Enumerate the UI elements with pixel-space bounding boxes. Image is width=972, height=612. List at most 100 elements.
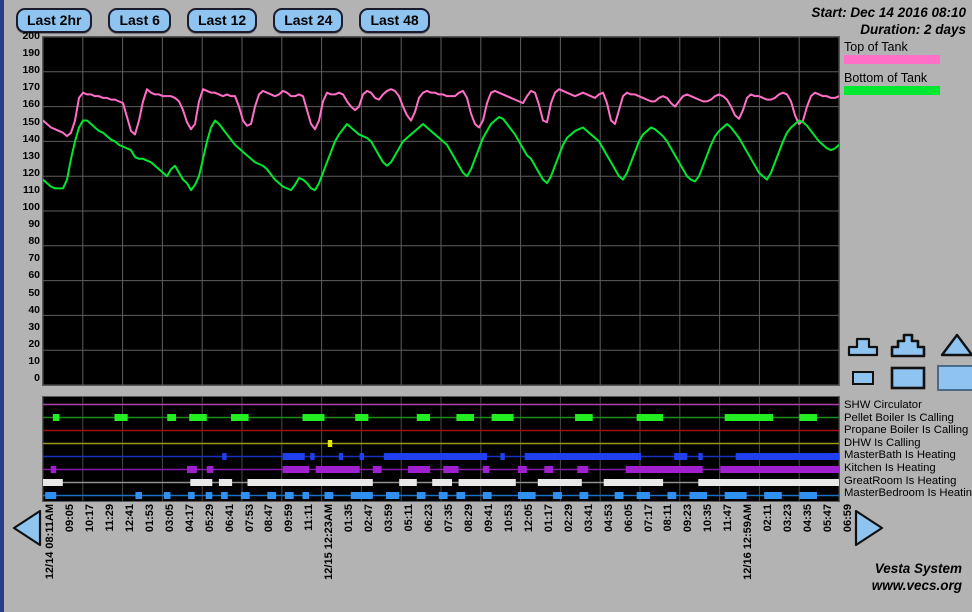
large-scale-icon[interactable] xyxy=(936,333,972,359)
x-tick-label: 07:17 xyxy=(642,504,655,533)
x-tick-label: 10:53 xyxy=(502,504,515,533)
small-scale-icon[interactable] xyxy=(846,337,880,359)
y-tick-label: 120 xyxy=(22,166,40,179)
timerange-button-2[interactable]: Last 12 xyxy=(186,8,258,33)
medium-scale-icon[interactable] xyxy=(888,333,928,359)
medium-box-icon[interactable] xyxy=(888,366,928,390)
x-tick-label: 09:41 xyxy=(482,504,495,533)
x-tick-label: 01:53 xyxy=(143,504,156,533)
x-tick-label: 08:47 xyxy=(263,504,276,533)
x-tick-label: 07:53 xyxy=(243,504,256,533)
legend-item-1: Bottom of Tank xyxy=(844,71,972,95)
status-timeline-plot[interactable] xyxy=(42,396,840,502)
y-tick-label: 200 xyxy=(22,30,40,42)
status-label-1: Pellet Boiler Is Calling xyxy=(844,411,954,424)
y-tick-label: 10 xyxy=(28,354,40,367)
x-tick-label: 12/15 12:23AM xyxy=(323,504,336,580)
y-tick-label: 110 xyxy=(23,183,40,196)
timerange-button-bar: Last 2hr Last 6 Last 12 Last 24 Last 48 xyxy=(16,8,430,33)
y-tick-label: 90 xyxy=(28,218,40,231)
y-tick-label: 50 xyxy=(28,286,40,299)
x-tick-label: 03:59 xyxy=(383,504,396,533)
x-tick-label: 03:41 xyxy=(582,504,595,533)
y-tick-label: 130 xyxy=(22,149,40,162)
x-tick-label: 01:35 xyxy=(343,504,356,533)
x-tick-label: 11:11 xyxy=(303,504,316,531)
x-tick-label: 02:29 xyxy=(562,504,575,533)
status-label-6: GreatRoom Is Heating xyxy=(844,474,957,487)
x-tick-label: 12/16 12:59AM xyxy=(742,504,755,580)
legend-label: Top of Tank xyxy=(844,40,908,54)
status-label-7: MasterBedroom Is Heatin xyxy=(844,487,972,500)
timerange-button-1[interactable]: Last 6 xyxy=(108,8,171,33)
chart-legend: Top of Tank Bottom of Tank xyxy=(844,40,972,102)
timerange-button-3[interactable]: Last 24 xyxy=(273,8,344,33)
y-axis: 200 190 180 170 160 150 140 130 120 110 100 90 80 70 6… xyxy=(12,30,40,386)
y-tick-label: 170 xyxy=(22,81,40,94)
x-tick-label: 06:05 xyxy=(622,504,635,533)
legend-item-0: Top of Tank xyxy=(844,40,972,64)
x-tick-label: 05:29 xyxy=(203,504,216,533)
y-tick-label: 150 xyxy=(22,115,40,128)
x-tick-label: 02:11 xyxy=(762,504,775,532)
scale-icon-row-bottom xyxy=(846,365,972,391)
y-tick-label: 0 xyxy=(34,372,40,384)
x-tick-label: 05:47 xyxy=(822,504,835,533)
y-tick-label: 100 xyxy=(22,201,40,213)
x-tick-label: 08:29 xyxy=(462,504,475,533)
status-label-0: SHW Circulator xyxy=(844,399,922,411)
x-axis: 12/14 08:11AM 09:05 10:17 11:29 12:41 01:53 03… xyxy=(42,504,854,608)
x-tick-label: 06:41 xyxy=(223,504,236,533)
x-tick-label: 12:05 xyxy=(522,504,535,533)
y-tick-label: 40 xyxy=(28,303,40,316)
footer-brand: Vesta System www.vecs.org xyxy=(872,560,962,594)
x-tick-label: 10:17 xyxy=(83,504,96,533)
legend-swatch xyxy=(844,55,940,64)
x-tick-label: 12/14 08:11AM xyxy=(44,504,56,580)
status-label-3: DHW Is Calling xyxy=(844,436,921,449)
y-tick-label: 190 xyxy=(22,47,40,60)
x-tick-label: 03:23 xyxy=(782,504,795,533)
y-tick-label: 160 xyxy=(22,98,40,111)
y-tick-label: 30 xyxy=(28,320,40,333)
x-tick-label: 10:35 xyxy=(702,504,715,533)
x-tick-label: 04:17 xyxy=(183,504,196,533)
y-tick-label: 60 xyxy=(28,269,40,282)
x-tick-label: 04:53 xyxy=(602,504,615,533)
brand-name: Vesta System xyxy=(874,561,962,576)
timerange-button-4[interactable]: Last 48 xyxy=(359,8,430,33)
vesta-chart-app: Last 2hr Last 6 Last 12 Last 24 Last 48 Star… xyxy=(0,0,972,612)
status-label-4: MasterBath Is Heating xyxy=(844,449,956,462)
x-tick-label: 01:17 xyxy=(542,504,555,533)
brand-url: www.vecs.org xyxy=(871,578,962,593)
status-label-2: Propane Boiler Is Calling xyxy=(844,424,969,437)
x-tick-label: 09:59 xyxy=(283,504,296,533)
chart-range-info: Start: Dec 14 2016 08:10 Duration: 2 day… xyxy=(811,4,966,38)
small-box-icon[interactable] xyxy=(846,368,880,388)
x-tick-label: 12:41 xyxy=(123,504,136,533)
temperature-chart-plot[interactable] xyxy=(42,36,840,386)
x-tick-label: 11:29 xyxy=(103,504,116,532)
x-tick-label: 09:23 xyxy=(682,504,695,533)
status-legend-labels: SHW Circulator Pellet Boiler Is Calling Pr… xyxy=(844,399,972,500)
next-arrow[interactable] xyxy=(852,508,886,553)
y-tick-label: 80 xyxy=(28,235,40,248)
y-tick-label: 70 xyxy=(28,252,40,265)
scale-icon-row-top xyxy=(846,333,972,359)
status-timeline-svg xyxy=(43,397,839,501)
temperature-chart-svg xyxy=(43,37,839,385)
y-tick-label: 20 xyxy=(28,337,40,350)
legend-swatch xyxy=(844,86,940,95)
status-label-5: Kitchen Is Heating xyxy=(844,461,936,474)
start-time-text: Start: Dec 14 2016 08:10 xyxy=(811,5,966,20)
x-tick-label: 02:47 xyxy=(363,504,376,533)
x-tick-label: 06:23 xyxy=(423,504,436,533)
y-tick-label: 180 xyxy=(22,64,40,77)
x-tick-label: 04:35 xyxy=(802,504,815,533)
y-tick-label: 140 xyxy=(22,132,40,145)
x-tick-label: 05:11 xyxy=(403,504,416,532)
x-tick-label: 11:47 xyxy=(722,504,735,532)
large-box-icon[interactable] xyxy=(936,365,972,391)
legend-label: Bottom of Tank xyxy=(844,71,928,85)
prev-arrow[interactable] xyxy=(10,508,44,553)
